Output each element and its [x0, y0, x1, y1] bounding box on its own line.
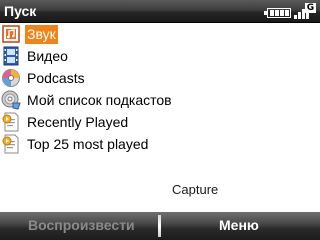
media-library-list: Звук Видео Podcasts Мой список подкастов… [0, 23, 320, 155]
title-bar: Пуск G [0, 0, 320, 23]
softkey-right-menu[interactable]: Меню [219, 217, 259, 233]
list-item-sound[interactable]: Звук [0, 23, 320, 45]
playlist-icon [1, 112, 21, 132]
list-item-label: Мой список подкастов [27, 91, 172, 108]
list-item-label: Видео [27, 47, 68, 64]
signal-icon: G [294, 3, 316, 19]
softkey-left-play[interactable]: Воспроизвести [28, 217, 135, 233]
capture-label: Capture [172, 182, 219, 197]
list-item-label: Top 25 most played [27, 135, 149, 152]
video-film-icon [1, 46, 21, 66]
list-item-podcasts[interactable]: Podcasts [0, 67, 320, 89]
list-item-top-25-most-played[interactable]: Top 25 most played [0, 133, 320, 155]
list-item-video[interactable]: Видео [0, 45, 320, 67]
battery-icon [264, 6, 292, 19]
list-item-label: Звук [25, 24, 58, 44]
sound-icon [1, 24, 21, 44]
softkey-bar: Воспроизвести Меню [0, 212, 320, 240]
window-title: Пуск [4, 3, 37, 19]
playlist-icon [1, 134, 21, 154]
podcast-disc-icon [1, 68, 21, 88]
list-item-my-podcast-list[interactable]: Мой список подкастов [0, 89, 320, 111]
status-area: G [264, 3, 316, 19]
softkey-divider [158, 215, 161, 237]
list-item-label: Recently Played [27, 113, 129, 130]
list-item-recently-played[interactable]: Recently Played [0, 111, 320, 133]
list-item-label: Podcasts [27, 69, 85, 86]
podcast-list-icon [1, 90, 21, 110]
network-type-badge: G [305, 3, 316, 13]
